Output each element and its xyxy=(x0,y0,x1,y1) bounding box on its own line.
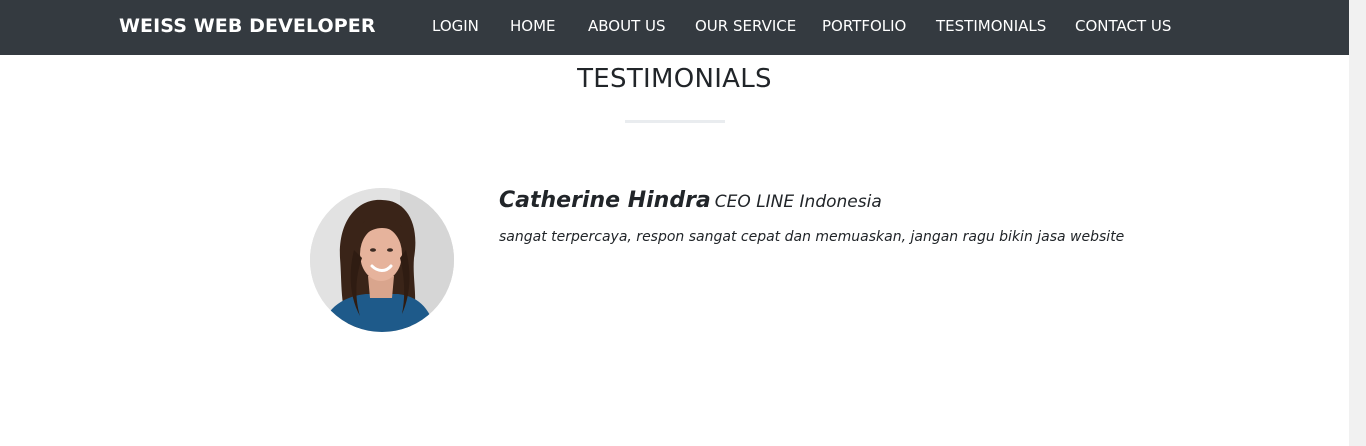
page-scrollbar[interactable] xyxy=(1349,0,1366,446)
nav-link-our-service[interactable]: OUR SERVICE xyxy=(695,17,796,35)
avatar-portrait-image xyxy=(310,188,454,332)
testimonial-name: Catherine Hindra xyxy=(499,188,711,213)
brand-logo-text[interactable]: WEISS WEB DEVELOPER xyxy=(119,15,376,37)
nav-link-portfolio[interactable]: PORTFOLIO xyxy=(822,17,906,35)
nav-link-contact-us[interactable]: CONTACT US xyxy=(1075,17,1171,35)
page: WEISS WEB DEVELOPER LOGIN HOME ABOUT US … xyxy=(0,0,1366,446)
testimonial-header: Catherine Hindra CEO LINE Indonesia xyxy=(499,188,882,213)
testimonial-role: CEO LINE Indonesia xyxy=(714,192,882,212)
nav-link-about-us[interactable]: ABOUT US xyxy=(588,17,666,35)
nav-link-login[interactable]: LOGIN xyxy=(432,17,479,35)
navbar: WEISS WEB DEVELOPER LOGIN HOME ABOUT US … xyxy=(0,0,1349,55)
testimonial-quote: sangat terpercaya, respon sangat cepat d… xyxy=(499,229,1125,245)
nav-link-testimonials[interactable]: TESTIMONIALS xyxy=(936,17,1046,35)
testimonial-avatar xyxy=(310,188,454,332)
section-title: TESTIMONIALS xyxy=(577,64,772,94)
nav-link-home[interactable]: HOME xyxy=(510,17,556,35)
title-divider xyxy=(625,120,725,123)
